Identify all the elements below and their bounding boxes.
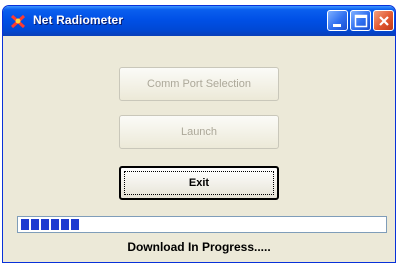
progress-segment bbox=[51, 219, 59, 230]
exit-button[interactable]: Exit bbox=[119, 166, 279, 200]
progress-segment bbox=[61, 219, 69, 230]
progress-segment bbox=[21, 219, 29, 230]
close-button[interactable] bbox=[373, 10, 394, 31]
progress-segment bbox=[31, 219, 39, 230]
exit-focus-rect bbox=[124, 171, 274, 195]
net-radiometer-window: Net Radiometer Comm Port Selection Launc… bbox=[2, 5, 396, 263]
progress-segment bbox=[71, 219, 79, 230]
maximize-icon bbox=[354, 14, 368, 28]
download-progress-bar bbox=[17, 216, 387, 233]
download-status-text: Download In Progress..... bbox=[127, 240, 271, 254]
launch-button[interactable]: Launch bbox=[119, 115, 279, 149]
progress-segment bbox=[41, 219, 49, 230]
title-bar[interactable]: Net Radiometer bbox=[3, 6, 395, 36]
net-radiometer-app-icon[interactable] bbox=[10, 13, 26, 29]
maximize-button[interactable] bbox=[350, 10, 371, 31]
comm-port-selection-button[interactable]: Comm Port Selection bbox=[119, 67, 279, 101]
minimize-icon bbox=[333, 24, 341, 27]
window-title: Net Radiometer bbox=[33, 13, 124, 27]
comm-port-selection-label: Comm Port Selection bbox=[147, 78, 251, 90]
close-icon bbox=[379, 16, 389, 26]
minimize-button[interactable] bbox=[327, 10, 348, 31]
launch-label: Launch bbox=[180, 126, 218, 138]
